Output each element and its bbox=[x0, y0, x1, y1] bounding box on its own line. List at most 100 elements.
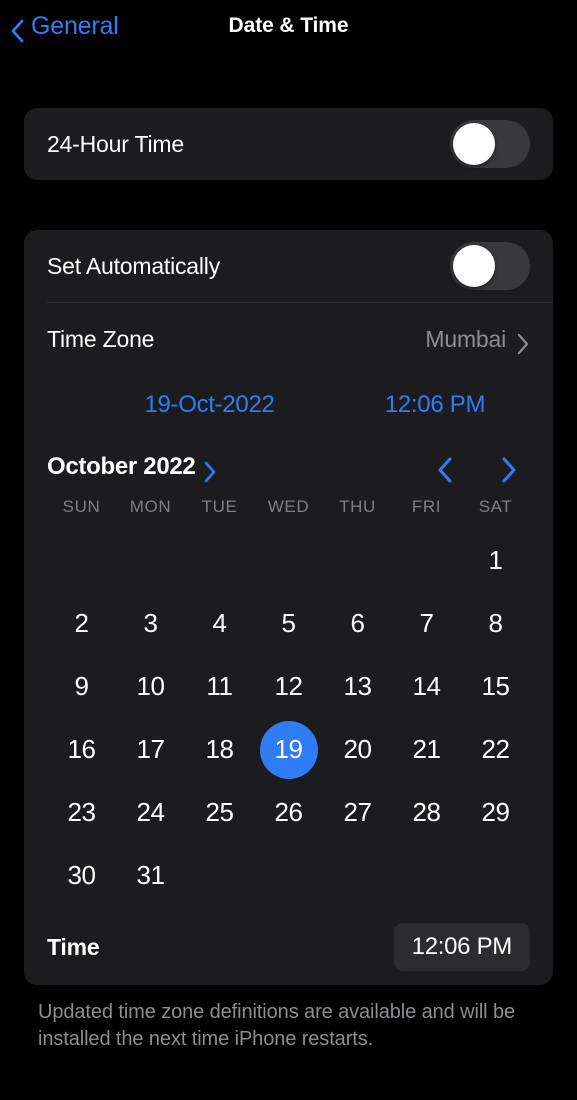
calendar-month-button[interactable]: October 2022 bbox=[47, 453, 217, 482]
calendar-weekday-thu: THU bbox=[339, 497, 376, 516]
calendar-day-11[interactable]: 11 bbox=[191, 658, 249, 716]
row-24-hour-time[interactable]: 24-Hour Time bbox=[24, 108, 553, 180]
calendar-cell: 5 bbox=[254, 592, 323, 655]
calendar-cell: 25 bbox=[185, 781, 254, 844]
calendar-day-10[interactable]: 10 bbox=[122, 658, 180, 716]
calendar-weekday-wed: WED bbox=[267, 497, 310, 516]
calendar-month-label: October 2022 bbox=[47, 453, 196, 480]
calendar-cell: 8 bbox=[461, 592, 530, 655]
calendar-day-13[interactable]: 13 bbox=[329, 658, 387, 716]
calendar-day-20[interactable]: 20 bbox=[329, 721, 387, 779]
calendar-cell: 13 bbox=[323, 655, 392, 718]
calendar-day-8[interactable]: 8 bbox=[467, 595, 525, 653]
calendar-day-9[interactable]: 9 bbox=[53, 658, 111, 716]
row-time-zone-value-group: Mumbai bbox=[425, 325, 530, 354]
calendar-weekday-header: SUN MON TUE WED THU FRI SAT bbox=[47, 497, 530, 517]
quick-date-time-display: 19-Oct-2022 12:06 PM bbox=[24, 375, 553, 431]
calendar-header: October 2022 bbox=[47, 443, 530, 491]
calendar-cell-empty bbox=[116, 529, 185, 592]
calendar-cell: 30 bbox=[47, 844, 116, 907]
calendar-day-12[interactable]: 12 bbox=[260, 658, 318, 716]
row-set-automatically-label: Set Automatically bbox=[47, 252, 221, 279]
calendar-cell: 19 bbox=[254, 718, 323, 781]
calendar-cell: 10 bbox=[116, 655, 185, 718]
calendar-weekday-sat: SAT bbox=[478, 497, 513, 516]
calendar-day-7[interactable]: 7 bbox=[398, 595, 456, 653]
calendar-cell: 21 bbox=[392, 718, 461, 781]
toggle-24-hour-time[interactable] bbox=[450, 120, 530, 168]
calendar-day-6[interactable]: 6 bbox=[329, 595, 387, 653]
calendar-day-22[interactable]: 22 bbox=[467, 721, 525, 779]
calendar-weekday-fri: FRI bbox=[411, 497, 442, 516]
calendar-prev-month-button[interactable] bbox=[434, 456, 456, 483]
calendar-day-18[interactable]: 18 bbox=[191, 721, 249, 779]
calendar-day-15[interactable]: 15 bbox=[467, 658, 525, 716]
toggle-knob bbox=[453, 123, 495, 165]
calendar-day-25[interactable]: 25 bbox=[191, 784, 249, 842]
time-picker-button[interactable]: 12:06 PM bbox=[393, 923, 530, 971]
calendar-cell-empty bbox=[254, 529, 323, 592]
calendar-cell: 23 bbox=[47, 781, 116, 844]
calendar-cell: 31 bbox=[116, 844, 185, 907]
calendar-day-19[interactable]: 19 bbox=[259, 720, 318, 779]
calendar-cell: 24 bbox=[116, 781, 185, 844]
calendar-day-26[interactable]: 26 bbox=[260, 784, 318, 842]
chevron-left-icon bbox=[10, 19, 24, 43]
calendar-cell-empty bbox=[323, 529, 392, 592]
row-time-zone-label: Time Zone bbox=[47, 325, 155, 352]
calendar-day-5[interactable]: 5 bbox=[260, 595, 318, 653]
calendar-day-16[interactable]: 16 bbox=[53, 721, 111, 779]
toggle-knob bbox=[453, 245, 495, 287]
calendar-cell: 26 bbox=[254, 781, 323, 844]
calendar-day-23[interactable]: 23 bbox=[53, 784, 111, 842]
calendar-cell: 12 bbox=[254, 655, 323, 718]
calendar-day-grid: 1 2 3 4 5 6 7 8 9 10 11 12 13 14 15 16 17 18 19 20 21 22 23 24 2… bbox=[47, 529, 530, 907]
hour-format-card: 24-Hour Time bbox=[24, 108, 553, 180]
quick-time-value[interactable]: 12:06 PM bbox=[340, 391, 530, 419]
calendar-weekday-mon: MON bbox=[129, 497, 172, 516]
calendar-day-24[interactable]: 24 bbox=[122, 784, 180, 842]
calendar-cell: 2 bbox=[47, 592, 116, 655]
calendar-next-month-button[interactable] bbox=[498, 456, 520, 483]
calendar: October 2022 SUN MON TUE WED THU FRI SAT… bbox=[24, 431, 553, 907]
row-time-zone-value: Mumbai bbox=[425, 325, 506, 352]
calendar-cell: 11 bbox=[185, 655, 254, 718]
calendar-day-14[interactable]: 14 bbox=[398, 658, 456, 716]
calendar-cell-empty bbox=[392, 529, 461, 592]
calendar-day-21[interactable]: 21 bbox=[398, 721, 456, 779]
calendar-cell: 15 bbox=[461, 655, 530, 718]
back-button[interactable]: General bbox=[0, 11, 119, 43]
calendar-day-17[interactable]: 17 bbox=[122, 721, 180, 779]
calendar-day-29[interactable]: 29 bbox=[467, 784, 525, 842]
calendar-cell: 17 bbox=[116, 718, 185, 781]
calendar-day-30[interactable]: 30 bbox=[53, 847, 111, 905]
calendar-cell: 29 bbox=[461, 781, 530, 844]
calendar-day-3[interactable]: 3 bbox=[122, 595, 180, 653]
row-set-automatically[interactable]: Set Automatically bbox=[24, 230, 553, 302]
footer-note: Updated time zone definitions are availa… bbox=[38, 1001, 516, 1051]
calendar-cell: 28 bbox=[392, 781, 461, 844]
calendar-weekday-sun: SUN bbox=[62, 497, 101, 516]
row-time-zone[interactable]: Time Zone Mumbai bbox=[24, 303, 553, 375]
row-time: Time 12:06 PM bbox=[24, 909, 553, 985]
chevron-right-icon bbox=[517, 333, 530, 354]
calendar-day-31[interactable]: 31 bbox=[122, 847, 180, 905]
calendar-cell: 22 bbox=[461, 718, 530, 781]
calendar-cell: 4 bbox=[185, 592, 254, 655]
calendar-cell: 9 bbox=[47, 655, 116, 718]
toggle-set-automatically[interactable] bbox=[450, 242, 530, 290]
calendar-day-27[interactable]: 27 bbox=[329, 784, 387, 842]
quick-date-value[interactable]: 19-Oct-2022 bbox=[47, 391, 340, 419]
calendar-cell: 27 bbox=[323, 781, 392, 844]
calendar-cell: 3 bbox=[116, 592, 185, 655]
calendar-cell: 6 bbox=[323, 592, 392, 655]
calendar-cell: 18 bbox=[185, 718, 254, 781]
calendar-day-2[interactable]: 2 bbox=[53, 595, 111, 653]
calendar-day-4[interactable]: 4 bbox=[191, 595, 249, 653]
back-button-label: General bbox=[31, 11, 119, 40]
row-24-hour-time-label: 24-Hour Time bbox=[47, 130, 184, 157]
calendar-day-28[interactable]: 28 bbox=[398, 784, 456, 842]
calendar-cell: 7 bbox=[392, 592, 461, 655]
calendar-nav bbox=[434, 456, 530, 483]
calendar-day-1[interactable]: 1 bbox=[467, 532, 525, 590]
